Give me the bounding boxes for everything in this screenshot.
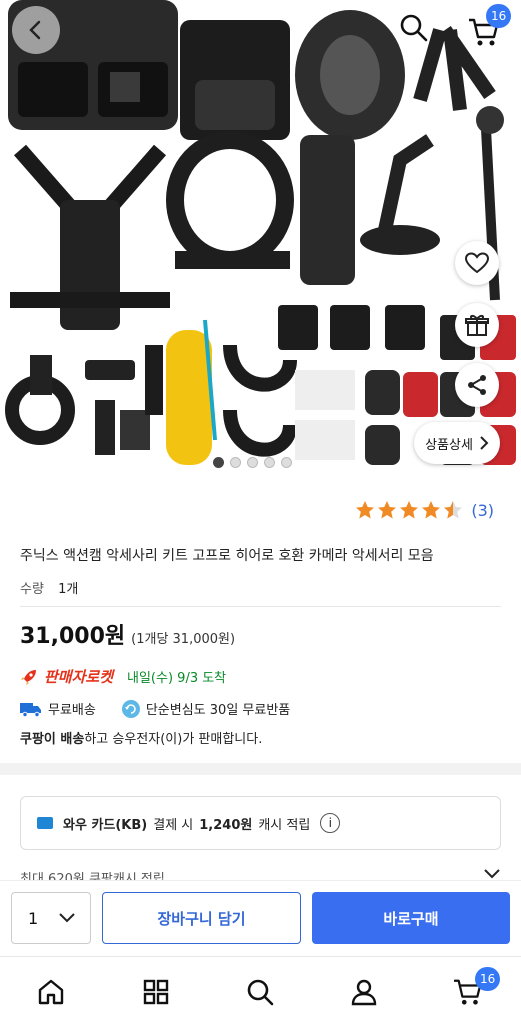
heart-icon	[465, 252, 489, 274]
star-icon	[378, 501, 397, 519]
gallery-dot[interactable]	[213, 457, 224, 468]
quantity-label: 수량	[20, 582, 44, 597]
shipping-info: 무료배송 단순변심도 30일 무료반품	[20, 699, 290, 718]
gallery-dot[interactable]	[264, 457, 275, 468]
product-title: 주닉스 액션캠 악세사리 키트 고프로 히어로 호환 카메라 악세서리 모음	[20, 548, 434, 564]
product-image-gallery[interactable]: 16 상품상세	[0, 0, 521, 470]
quantity-value: 1개	[58, 582, 79, 597]
rocket-icon	[21, 669, 36, 685]
return-icon	[121, 699, 140, 718]
arrival-date: 내일(수) 9/3 도착	[127, 671, 227, 686]
grid-icon	[143, 979, 169, 1005]
search-icon	[400, 14, 428, 42]
truck-icon	[20, 702, 41, 717]
product-detail-button[interactable]: 상품상세	[414, 422, 500, 464]
rating[interactable]: (3)	[355, 500, 494, 520]
unit-price: (1개당 31,000원)	[131, 632, 236, 647]
product-photo	[5, 0, 516, 465]
nav-my-account[interactable]	[347, 975, 381, 1009]
gallery-dot[interactable]	[230, 457, 241, 468]
seller-text: 하고 승우전자(이)가 판매합니다.	[84, 732, 263, 747]
seller-info: 쿠팡이 배송하고 승우전자(이)가 판매합니다.	[20, 728, 262, 747]
share-icon	[468, 375, 486, 395]
search-button[interactable]	[396, 10, 432, 46]
card-offer-mid: 결제 시	[153, 817, 194, 833]
add-to-cart-button[interactable]: 장바구니 담기	[102, 892, 301, 944]
gallery-dot[interactable]	[281, 457, 292, 468]
quantity-select-value: 1	[28, 908, 39, 928]
chevron-down-icon	[59, 913, 75, 923]
nav-home[interactable]	[34, 975, 68, 1009]
info-icon[interactable]: i	[320, 813, 341, 833]
review-count[interactable]: (3)	[471, 501, 494, 520]
quantity-info: 수량 1개	[20, 578, 78, 597]
cart-badge: 16	[486, 4, 512, 28]
gift-icon	[465, 315, 489, 336]
star-icon	[356, 501, 375, 519]
rocket-label: 판매자로켓	[44, 668, 114, 686]
card-offer-tail: 캐시 적립	[258, 817, 311, 833]
chevron-down-icon	[484, 869, 500, 879]
user-icon	[351, 979, 377, 1006]
card-icon	[37, 817, 53, 829]
search-icon	[247, 979, 274, 1006]
gallery-pagination	[213, 457, 292, 468]
chevron-right-icon	[480, 436, 489, 450]
home-icon	[38, 979, 64, 1005]
section-separator	[0, 763, 521, 775]
nav-categories[interactable]	[139, 975, 173, 1009]
gallery-dot[interactable]	[247, 457, 258, 468]
nav-search[interactable]	[243, 975, 277, 1009]
chevron-left-icon	[29, 20, 41, 40]
star-icon	[400, 501, 419, 519]
share-button[interactable]	[455, 363, 499, 407]
bottom-navigation: 16	[0, 956, 521, 1024]
buy-now-button[interactable]: 바로구매	[312, 892, 510, 944]
back-button[interactable]	[12, 6, 60, 54]
gift-button[interactable]	[455, 303, 499, 347]
card-offer-amount: 1,240원	[199, 817, 253, 833]
half-star-icon	[444, 501, 463, 519]
divider	[20, 606, 501, 607]
rocket-delivery: 판매자로켓 내일(수) 9/3 도착	[20, 666, 226, 687]
card-cashback-offer[interactable]: 와우 카드(KB) 결제 시 1,240원 캐시 적립 i	[20, 796, 501, 850]
price-block: 31,000원 (1개당 31,000원)	[20, 618, 235, 650]
product-detail-label: 상품상세	[425, 437, 473, 453]
seller-delivery: 쿠팡이 배송	[20, 732, 85, 747]
star-icon	[422, 501, 441, 519]
wishlist-button[interactable]	[455, 241, 499, 285]
free-return-label: 단순변심도 30일 무료반품	[145, 703, 291, 718]
nav-cart-badge: 16	[475, 967, 501, 991]
price: 31,000원	[20, 624, 126, 649]
card-name: 와우 카드(KB)	[63, 817, 148, 833]
quantity-select[interactable]: 1	[11, 892, 91, 944]
purchase-bar: 1 장바구니 담기 바로구매	[0, 880, 521, 956]
free-shipping-label: 무료배송	[48, 703, 96, 718]
